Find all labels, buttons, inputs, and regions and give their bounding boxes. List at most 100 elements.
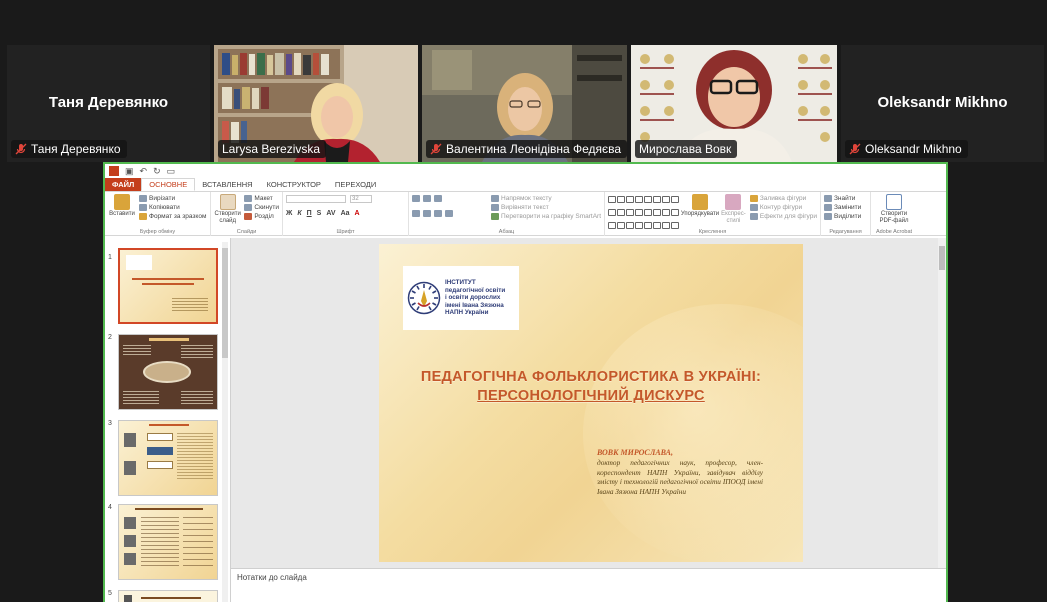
group-paragraph: Напрямок тексту Вирівняти текст Перетвор… — [409, 192, 605, 236]
slide-thumbnail-4[interactable] — [118, 504, 218, 580]
paintbrush-icon — [139, 213, 147, 220]
thumbnails-scrollbar[interactable] — [222, 242, 228, 602]
slide-thumbnails-pane: 1 2 3 4 5 — [105, 238, 231, 602]
group-label: Adobe Acrobat — [875, 229, 913, 235]
group-slides: Створити слайд Макет Скинути Розділ Слай… — [211, 192, 283, 236]
select-button[interactable]: Виділити — [824, 212, 867, 221]
replace-icon — [824, 204, 832, 211]
arrange-button[interactable]: Упорядкувати — [681, 194, 719, 234]
align-text-icon — [491, 204, 500, 211]
save-icon[interactable]: ▣ — [125, 166, 134, 177]
paste-icon — [114, 194, 130, 210]
slide-number: 3 — [108, 420, 112, 427]
reset-button[interactable]: Скинути — [244, 203, 279, 212]
replace-button[interactable]: Замінити — [824, 203, 867, 212]
notes-pane[interactable]: Нотатки до слайда — [231, 568, 946, 602]
copy-button[interactable]: Копіювати — [139, 203, 206, 212]
bullets-icon[interactable] — [412, 195, 420, 202]
section-button[interactable]: Розділ — [244, 212, 279, 221]
participant-tile-tanya[interactable]: Таня Деревянко Таня Деревянко — [7, 45, 210, 162]
numbering-icon[interactable] — [423, 195, 431, 202]
slide-thumbnail-2[interactable] — [118, 334, 218, 410]
case-button[interactable]: Aa — [341, 210, 350, 217]
layout-button[interactable]: Макет — [244, 194, 279, 203]
participant-label: Валентина Леонідівна Федяєва — [426, 140, 627, 158]
bold-button[interactable]: Ж — [286, 210, 292, 217]
paste-button[interactable]: Вставити — [108, 194, 136, 234]
quick-styles-button[interactable]: Експрес-стилі — [721, 194, 746, 234]
undo-icon[interactable]: ↶ — [140, 166, 148, 177]
new-slide-button[interactable]: Створити слайд — [214, 194, 241, 234]
justify-icon[interactable] — [445, 210, 453, 217]
binoculars-icon — [824, 195, 832, 202]
convert-smartart-button[interactable]: Перетворити на графіку SmartArt — [491, 212, 601, 221]
align-text-button[interactable]: Вирівняти текст — [491, 203, 601, 212]
participant-label-text: Мирослава Вовк — [639, 142, 732, 156]
group-label: Редагування — [829, 229, 862, 235]
slide-thumbnail-3[interactable] — [118, 420, 218, 496]
start-slideshow-icon[interactable]: ▭ — [167, 166, 176, 177]
participant-tile-larysa[interactable]: Larysa Berezivska — [214, 45, 418, 162]
quick-styles-icon — [725, 194, 742, 210]
cut-button[interactable]: Вирізати — [139, 194, 206, 203]
tab-insert[interactable]: ВСТАВЛЕННЯ — [195, 178, 259, 191]
slide-editor: ІНСТИТУТ педагогічної освіти і освіти до… — [231, 238, 946, 568]
editor-vertical-scrollbar[interactable] — [938, 238, 946, 568]
effects-icon — [749, 213, 758, 220]
slide-thumbnail-1[interactable] — [118, 248, 218, 324]
underline-button[interactable]: П — [307, 210, 312, 217]
tab-home[interactable]: ОСНОВНЕ — [141, 178, 196, 191]
tab-file[interactable]: ФАЙЛ — [105, 178, 142, 191]
align-right-icon[interactable] — [434, 210, 442, 217]
participant-tile-myroslava[interactable]: Мирослава Вовк — [631, 45, 837, 162]
find-button[interactable]: Знайти — [824, 194, 867, 203]
quick-access-toolbar: ▣ ↶ ↻ ▭ — [105, 164, 946, 178]
participant-tile-valentyna[interactable]: Валентина Леонідівна Федяєва — [422, 45, 627, 162]
group-label: Слайди — [236, 229, 257, 235]
align-left-icon[interactable] — [412, 210, 420, 217]
slide-number: 5 — [108, 590, 112, 597]
participant-strip: Таня Деревянко Таня Деревянко Larysa Ber… — [7, 45, 1044, 162]
participant-label-text: Валентина Леонідівна Федяєва — [446, 142, 622, 156]
group-drawing: Упорядкувати Експрес-стилі Заливка фігур… — [605, 192, 821, 236]
mic-muted-icon — [430, 143, 442, 155]
shape-effects-button[interactable]: Ефекти для фігури — [749, 212, 817, 221]
ribbon-home: Вставити Вирізати Копіювати Формат за зр… — [105, 192, 946, 236]
layout-icon — [244, 195, 253, 202]
participant-name-large: Oleksandr Mikhno — [877, 93, 1008, 111]
video-conference-window: Таня Деревянко Таня Деревянко Larysa Ber… — [0, 0, 1047, 602]
group-clipboard: Вставити Вирізати Копіювати Формат за зр… — [105, 192, 211, 236]
align-center-icon[interactable] — [423, 210, 431, 217]
participant-tile-oleksandr[interactable]: Oleksandr Mikhno Oleksandr Mikhno — [841, 45, 1044, 162]
tab-transitions[interactable]: ПЕРЕХОДИ — [328, 178, 383, 191]
ribbon-tabs: ФАЙЛ ОСНОВНЕ ВСТАВЛЕННЯ КОНСТРУКТОР ПЕРЕ… — [105, 178, 946, 192]
spacing-button[interactable]: AV — [326, 210, 335, 217]
workspace: 1 2 3 4 5 ІНСТИТУТ педагогічної освіти і… — [105, 238, 946, 602]
slide-number: 4 — [108, 504, 112, 511]
shape-fill-button[interactable]: Заливка фігури — [749, 194, 817, 203]
redo-icon[interactable]: ↻ — [153, 166, 161, 177]
participant-label-text: Larysa Berezivska — [222, 142, 321, 156]
institute-logo: ІНСТИТУТ педагогічної освіти і освіти до… — [403, 266, 519, 330]
strikethrough-button[interactable]: S — [317, 210, 322, 217]
powerpoint-app-icon — [109, 166, 119, 176]
group-editing: Знайти Замінити Виділити Редагування — [821, 192, 871, 236]
group-font: 32 Ж К П S AV Aa A Шрифт — [283, 192, 409, 236]
slide-author: ВОВК МИРОСЛАВА, — [597, 448, 674, 457]
slide-title: ПЕДАГОГІЧНА ФОЛЬКЛОРИСТИКА В УКРАЇНІ: ПЕ… — [420, 369, 762, 404]
arrange-icon — [692, 194, 708, 210]
italic-button[interactable]: К — [297, 210, 301, 217]
format-painter-button[interactable]: Формат за зразком — [139, 212, 206, 221]
tab-design[interactable]: КОНСТРУКТОР — [260, 178, 328, 191]
slide-thumbnail-5[interactable] — [118, 590, 218, 602]
font-size-combobox[interactable]: 32 — [350, 194, 372, 203]
create-pdf-button[interactable]: Створити PDF-файл — [874, 194, 914, 225]
indent-icon[interactable] — [434, 195, 442, 202]
reset-icon — [244, 204, 253, 211]
shape-outline-button[interactable]: Контур фігури — [749, 203, 817, 212]
current-slide[interactable]: ІНСТИТУТ педагогічної освіти і освіти до… — [379, 244, 803, 562]
font-color-button[interactable]: A — [355, 210, 360, 217]
participant-label: Таня Деревянко — [11, 140, 127, 158]
text-direction-button[interactable]: Напрямок тексту — [491, 194, 601, 203]
font-name-combobox[interactable] — [286, 194, 346, 203]
